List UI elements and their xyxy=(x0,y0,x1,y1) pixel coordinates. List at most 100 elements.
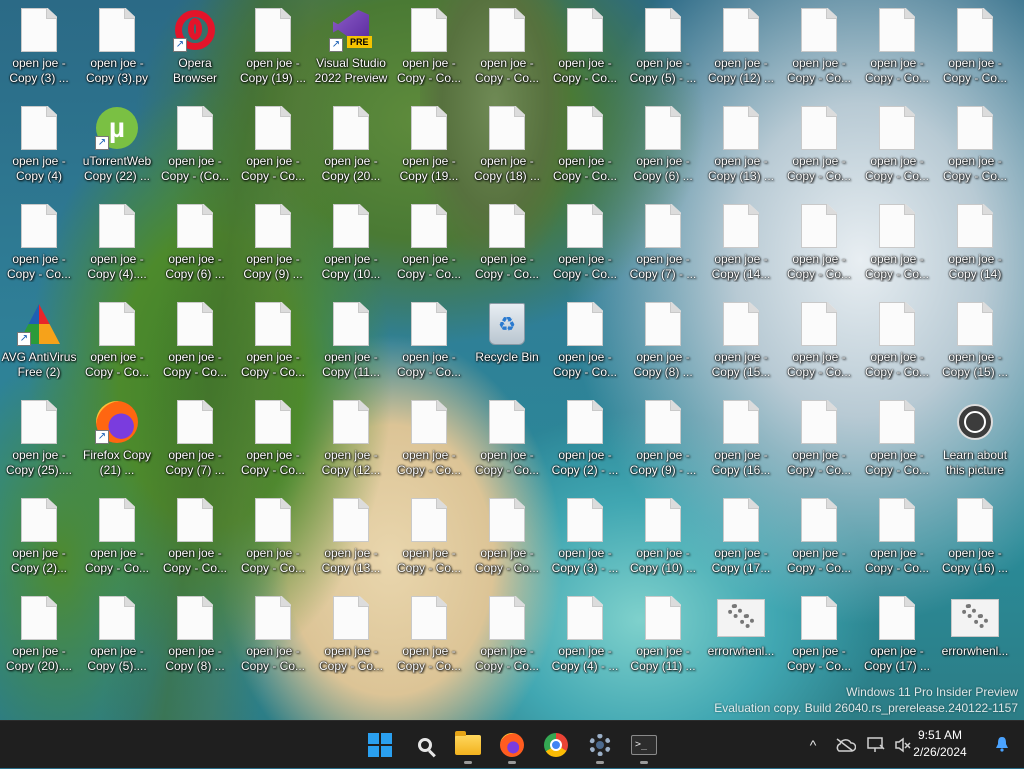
desktop-icon[interactable]: open joe - Copy - Co... xyxy=(79,490,155,586)
desktop-icon[interactable]: open joe - Copy (2) - ... xyxy=(547,392,623,488)
desktop-icon[interactable]: open joe - Copy - Co... xyxy=(469,490,545,586)
desktop-icon[interactable]: open joe - Copy (11... xyxy=(313,294,389,390)
desktop-icon[interactable]: open joe - Copy - Co... xyxy=(859,98,935,194)
desktop-icon[interactable]: open joe - Copy - Co... xyxy=(391,588,467,684)
network-tray-button[interactable] xyxy=(864,721,888,769)
desktop-icon[interactable]: open joe - Copy - Co... xyxy=(937,0,1013,96)
desktop-icon[interactable]: open joe - Copy - Co... xyxy=(235,392,311,488)
desktop-icon[interactable]: open joe - Copy (3) - ... xyxy=(547,490,623,586)
desktop-icon[interactable]: open joe - Copy (9) ... xyxy=(235,196,311,292)
desktop-icon[interactable]: ↗ Opera Browser xyxy=(157,0,233,96)
desktop-icon[interactable]: open joe - Copy - Co... xyxy=(469,588,545,684)
desktop-icon[interactable]: open joe - Copy (9) - ... xyxy=(625,392,701,488)
desktop-icon[interactable]: open joe - Copy - Co... xyxy=(157,490,233,586)
desktop-icon[interactable]: open joe - Copy (7) - ... xyxy=(625,196,701,292)
desktop-icon[interactable]: open joe - Copy (17) ... xyxy=(859,588,935,684)
desktop-icon[interactable]: µ ↗ uTorrentWeb Copy (22) ... xyxy=(79,98,155,194)
desktop-icon[interactable]: open joe - Copy (19) ... xyxy=(235,0,311,96)
desktop-icon[interactable]: open joe - Copy (25).... xyxy=(1,392,77,488)
desktop-icon[interactable]: open joe - Copy (13) ... xyxy=(703,98,779,194)
desktop-icon[interactable]: open joe - Copy - Co... xyxy=(1,196,77,292)
desktop-icon[interactable]: open joe - Copy (14) xyxy=(937,196,1013,292)
desktop-icon[interactable]: open joe - Copy - Co... xyxy=(391,0,467,96)
desktop-wallpaper[interactable]: open joe - Copy (3) ... open joe - Copy (… xyxy=(0,0,1024,720)
desktop-icon[interactable]: open joe - Copy - Co... xyxy=(859,490,935,586)
desktop-icon[interactable]: open joe - Copy (8) ... xyxy=(157,588,233,684)
clock-button[interactable]: 9:51 AM 2/26/2024 xyxy=(900,727,980,761)
desktop-icon[interactable]: open joe - Copy - Co... xyxy=(781,98,857,194)
desktop-icon[interactable]: open joe - Copy - Co... xyxy=(469,0,545,96)
desktop-icon[interactable]: open joe - Copy - Co... xyxy=(547,294,623,390)
desktop-icon[interactable]: open joe - Copy - Co... xyxy=(859,392,935,488)
desktop-icon[interactable]: open joe - Copy (2)... xyxy=(1,490,77,586)
desktop-icon[interactable]: open joe - Copy (3) ... xyxy=(1,0,77,96)
desktop-icon[interactable]: Learn about this picture xyxy=(937,392,1013,488)
desktop-icon[interactable]: open joe - Copy - Co... xyxy=(391,294,467,390)
desktop-icon[interactable]: open joe - Copy - (Co... xyxy=(157,98,233,194)
desktop-icon[interactable]: open joe - Copy (14... xyxy=(703,196,779,292)
desktop-icon[interactable]: open joe - Copy (12) ... xyxy=(703,0,779,96)
desktop-icon[interactable]: open joe - Copy - Co... xyxy=(235,98,311,194)
desktop-icon[interactable]: open joe - Copy - Co... xyxy=(469,196,545,292)
desktop-icon[interactable]: open joe - Copy - Co... xyxy=(781,588,857,684)
desktop-icon[interactable]: open joe - Copy - Co... xyxy=(781,294,857,390)
desktop-icon[interactable]: open joe - Copy (20).... xyxy=(1,588,77,684)
desktop-icon[interactable]: open joe - Copy (10... xyxy=(313,196,389,292)
desktop-icon[interactable]: open joe - Copy - Co... xyxy=(547,0,623,96)
desktop-icon[interactable]: ♻ Recycle Bin xyxy=(469,294,545,390)
desktop-icon[interactable]: open joe - Copy (20... xyxy=(313,98,389,194)
desktop-icon[interactable]: open joe - Copy - Co... xyxy=(781,490,857,586)
desktop-icon[interactable]: open joe - Copy (18) ... xyxy=(469,98,545,194)
desktop-icon[interactable]: open joe - Copy - Co... xyxy=(313,588,389,684)
desktop-icon[interactable]: errorwhenl... xyxy=(937,588,1013,684)
desktop-icon[interactable]: open joe - Copy - Co... xyxy=(391,392,467,488)
desktop-icon[interactable]: open joe - Copy (19... xyxy=(391,98,467,194)
desktop-icon[interactable]: open joe - Copy - Co... xyxy=(469,392,545,488)
desktop-icon[interactable]: open joe - Copy (4) - ... xyxy=(547,588,623,684)
desktop-icon[interactable]: open joe - Copy (7) ... xyxy=(157,392,233,488)
desktop-icon[interactable]: open joe - Copy (13... xyxy=(313,490,389,586)
desktop-icon[interactable]: open joe - Copy (12... xyxy=(313,392,389,488)
desktop-icon[interactable]: open joe - Copy - Co... xyxy=(547,98,623,194)
terminal-taskbar-button[interactable]: >_ xyxy=(624,725,664,765)
desktop-icon[interactable]: open joe - Copy (6) ... xyxy=(625,98,701,194)
desktop-icon[interactable]: open joe - Copy (15... xyxy=(703,294,779,390)
desktop-icon[interactable]: open joe - Copy - Co... xyxy=(157,294,233,390)
desktop-icon[interactable]: open joe - Copy - Co... xyxy=(235,490,311,586)
desktop-icon[interactable]: open joe - Copy - Co... xyxy=(781,392,857,488)
desktop-icon[interactable]: open joe - Copy (3).py xyxy=(79,0,155,96)
desktop-icon[interactable]: ↗ Firefox Copy (21) ... xyxy=(79,392,155,488)
desktop-icon[interactable]: open joe - Copy - Co... xyxy=(391,490,467,586)
settings-taskbar-button[interactable] xyxy=(580,725,620,765)
desktop-icon[interactable]: open joe - Copy (8) ... xyxy=(625,294,701,390)
desktop-icon[interactable]: open joe - Copy - Co... xyxy=(859,294,935,390)
search-button[interactable] xyxy=(405,725,445,765)
desktop-icon[interactable]: open joe - Copy (17... xyxy=(703,490,779,586)
desktop-icon[interactable]: open joe - Copy - Co... xyxy=(937,98,1013,194)
desktop-icon[interactable]: open joe - Copy (4) xyxy=(1,98,77,194)
desktop-icon[interactable]: open joe - Copy - Co... xyxy=(781,196,857,292)
desktop-icon[interactable]: open joe - Copy (16... xyxy=(703,392,779,488)
notifications-button[interactable] xyxy=(994,736,1010,752)
desktop-icon[interactable]: open joe - Copy (15) ... xyxy=(937,294,1013,390)
firefox-taskbar-button[interactable] xyxy=(492,725,532,765)
desktop-icon[interactable]: open joe - Copy - Co... xyxy=(79,294,155,390)
desktop-icon[interactable]: open joe - Copy (16) ... xyxy=(937,490,1013,586)
desktop-icon[interactable]: open joe - Copy - Co... xyxy=(235,588,311,684)
desktop-icon[interactable]: open joe - Copy - Co... xyxy=(859,0,935,96)
desktop-icon[interactable]: open joe - Copy (11) ... xyxy=(625,588,701,684)
desktop-icon[interactable]: ↗ AVG AntiVirus Free (2) xyxy=(1,294,77,390)
desktop-icon[interactable]: open joe - Copy - Co... xyxy=(547,196,623,292)
desktop-icon[interactable]: open joe - Copy - Co... xyxy=(781,0,857,96)
desktop-icon[interactable]: open joe - Copy - Co... xyxy=(391,196,467,292)
desktop-icon[interactable]: open joe - Copy (6) ... xyxy=(157,196,233,292)
desktop-icon[interactable]: open joe - Copy (5).... xyxy=(79,588,155,684)
start-button[interactable] xyxy=(360,725,400,765)
desktop-icon[interactable]: open joe - Copy (10) ... xyxy=(625,490,701,586)
desktop-icon[interactable]: open joe - Copy (5) - ... xyxy=(625,0,701,96)
desktop-icon[interactable]: PRE ↗ Visual Studio 2022 Preview xyxy=(313,0,389,96)
file-explorer-button[interactable] xyxy=(448,725,488,765)
onedrive-tray-button[interactable] xyxy=(832,721,858,769)
chrome-taskbar-button[interactable] xyxy=(536,725,576,765)
desktop-icon[interactable]: open joe - Copy (4).... xyxy=(79,196,155,292)
